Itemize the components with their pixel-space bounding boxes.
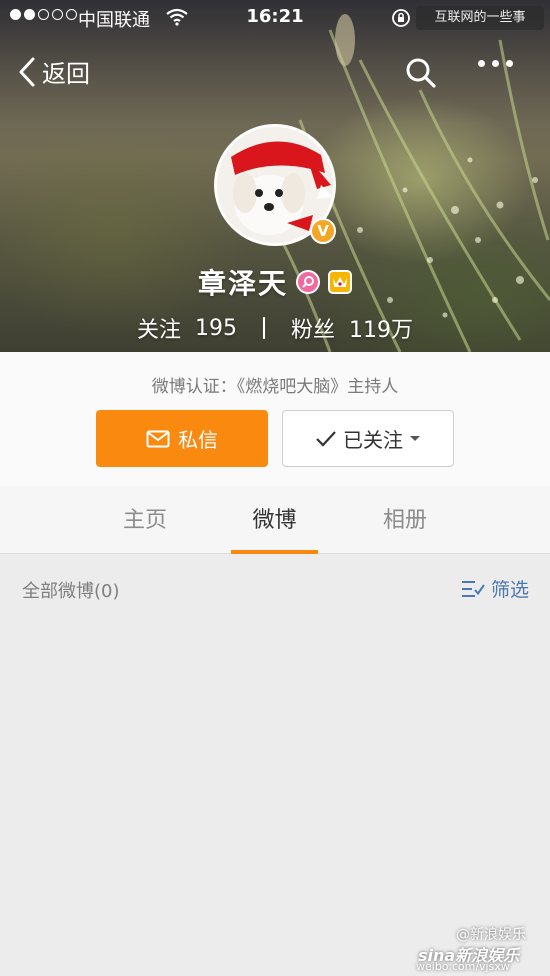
following-dropdown-button[interactable]: 已关注 bbox=[282, 410, 454, 467]
message-button[interactable]: 私信 bbox=[96, 410, 268, 467]
fans-count[interactable]: 119万 bbox=[349, 312, 413, 344]
stats-divider bbox=[263, 317, 265, 339]
tab-home[interactable]: 主页 bbox=[100, 486, 190, 553]
member-search-icon bbox=[296, 270, 320, 294]
back-button[interactable]: 返回 bbox=[18, 54, 90, 89]
sina-watermark: @新浪娱乐 sina新浪娱乐 weibo.com/vjsxw bbox=[416, 924, 546, 973]
follow-stats: 关注 195 粉丝 119万 bbox=[0, 312, 550, 344]
watermark-label: 互联网的一些事 bbox=[416, 6, 544, 30]
caret-down-icon bbox=[410, 435, 420, 441]
profile-header-background: 中国联通 16:21 互联网的一些事 返回 V 章泽天 关注 195 粉丝 11… bbox=[0, 0, 550, 352]
fans-label[interactable]: 粉丝 bbox=[291, 312, 335, 344]
nav-bar: 返回 bbox=[0, 46, 550, 102]
all-posts-count: 全部微博(0) bbox=[22, 581, 120, 602]
verification-text: 微博认证：《燃烧吧大脑》主持人 bbox=[151, 377, 399, 397]
status-bar: 中国联通 16:21 互联网的一些事 bbox=[0, 0, 550, 36]
back-label: 返回 bbox=[42, 60, 90, 88]
profile-info-panel: 微博认证：《燃烧吧大脑》主持人 私信 已关注 bbox=[0, 352, 550, 486]
watermark-url: weibo.com/vjsxw bbox=[416, 960, 510, 973]
profile-tabs: 主页 微博 相册 bbox=[0, 486, 550, 554]
search-icon[interactable] bbox=[404, 56, 438, 94]
watermark-handle: @新浪娱乐 bbox=[456, 927, 526, 943]
filter-icon bbox=[462, 580, 485, 597]
feed-filter-bar: 全部微博(0) 筛选 bbox=[0, 555, 550, 625]
crown-icon bbox=[328, 270, 352, 294]
profile-name: 章泽天 bbox=[197, 267, 288, 300]
orientation-lock-icon bbox=[391, 8, 411, 33]
chevron-left-icon bbox=[19, 57, 35, 86]
checkmark-icon bbox=[316, 430, 336, 447]
tab-album[interactable]: 相册 bbox=[360, 486, 450, 553]
more-dots-icon[interactable] bbox=[478, 60, 513, 67]
following-count[interactable]: 195 bbox=[195, 316, 237, 341]
tab-weibo[interactable]: 微博 bbox=[231, 486, 318, 553]
avatar[interactable]: V bbox=[214, 124, 336, 246]
mail-icon bbox=[146, 430, 170, 447]
filter-label: 筛选 bbox=[491, 579, 530, 601]
active-tab-indicator bbox=[231, 550, 318, 554]
filter-button[interactable]: 筛选 bbox=[461, 575, 529, 602]
verified-badge: V bbox=[310, 218, 336, 244]
following-label[interactable]: 关注 bbox=[137, 312, 181, 344]
message-label: 私信 bbox=[178, 428, 218, 452]
profile-name-row: 章泽天 bbox=[0, 262, 550, 302]
follow-label: 已关注 bbox=[343, 428, 403, 452]
